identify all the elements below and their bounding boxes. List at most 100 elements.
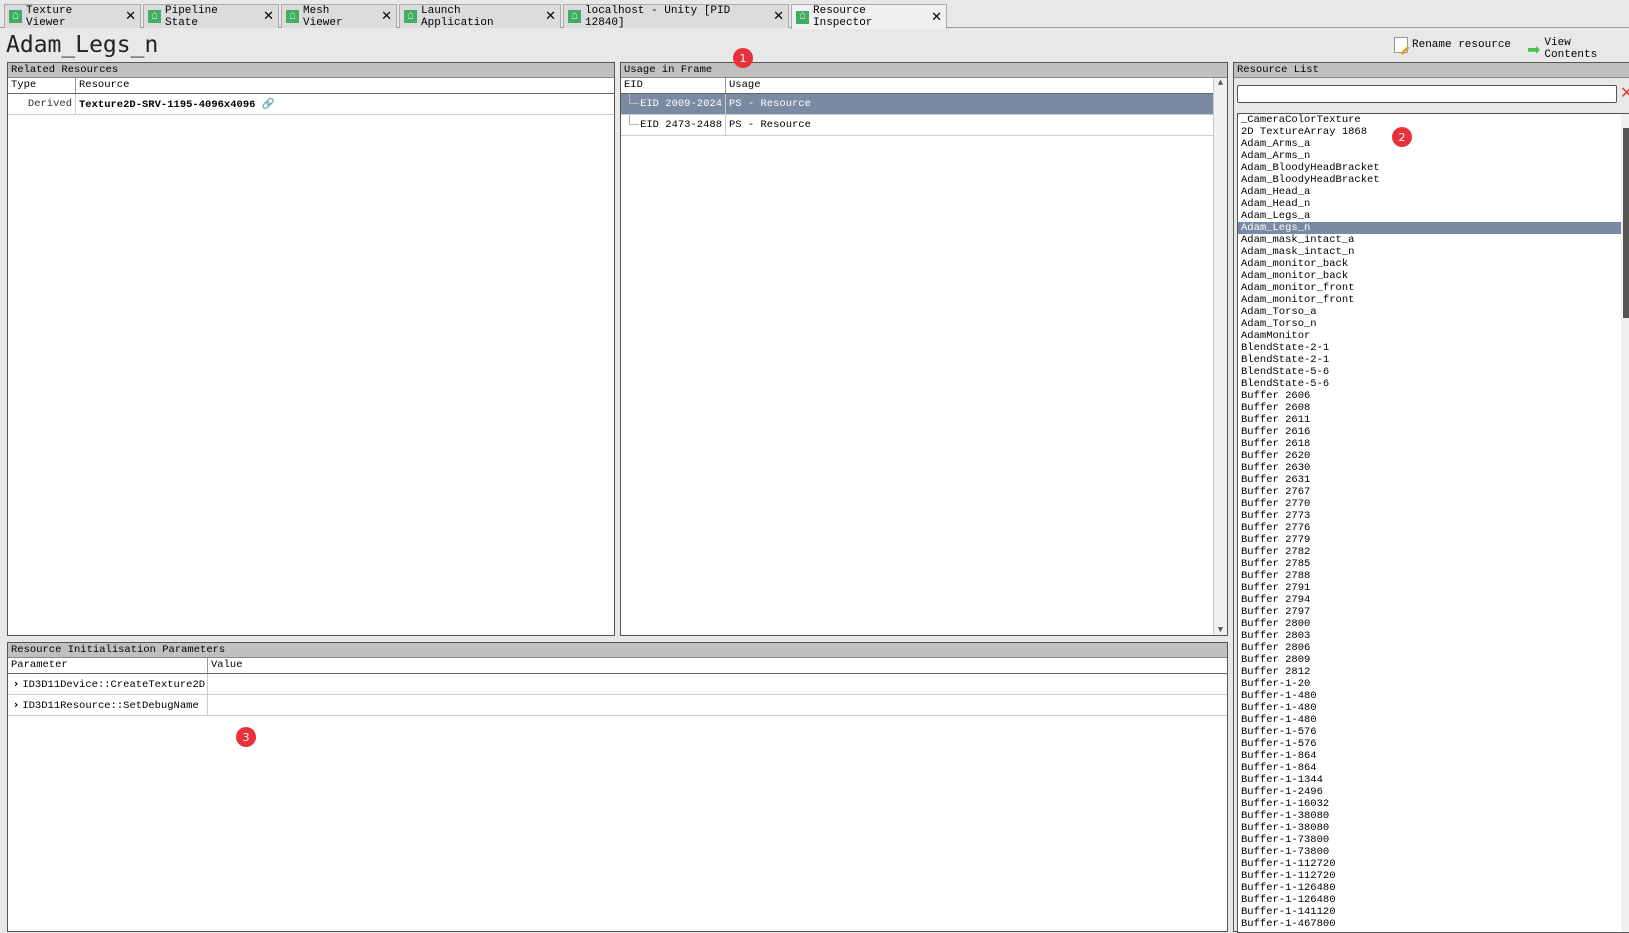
- link-icon[interactable]: 🔗: [262, 98, 275, 110]
- column-header-resource[interactable]: Resource: [76, 78, 614, 93]
- scroll-down-icon[interactable]: ▼: [1214, 625, 1227, 635]
- list-item[interactable]: Buffer-1-16032: [1238, 798, 1621, 810]
- column-header-usage[interactable]: Usage: [726, 78, 1213, 93]
- list-item[interactable]: Buffer-1-480: [1238, 690, 1621, 702]
- list-item[interactable]: Adam_Torso_a: [1238, 306, 1621, 318]
- list-item[interactable]: Buffer-1-38080: [1238, 822, 1621, 834]
- list-item[interactable]: Buffer-1-480: [1238, 714, 1621, 726]
- list-item[interactable]: Buffer 2800: [1238, 618, 1621, 630]
- tab-resource-inspector[interactable]: ☖ Resource Inspector ✕: [791, 4, 947, 29]
- list-item[interactable]: Adam_BloodyHeadBracket: [1238, 174, 1621, 186]
- close-icon[interactable]: ✕: [263, 9, 274, 24]
- list-item[interactable]: Buffer 2788: [1238, 570, 1621, 582]
- table-row[interactable]: › ID3D11Device::CreateTexture2D: [8, 674, 1227, 695]
- list-item[interactable]: Buffer 2806: [1238, 642, 1621, 654]
- list-item[interactable]: Buffer-1-112720: [1238, 870, 1621, 882]
- list-item[interactable]: Buffer 2608: [1238, 402, 1621, 414]
- list-item[interactable]: Adam_mask_intact_a: [1238, 234, 1621, 246]
- list-item[interactable]: Adam_Head_n: [1238, 198, 1621, 210]
- resource-search-input[interactable]: [1237, 85, 1617, 103]
- list-item[interactable]: Buffer-1-38080: [1238, 810, 1621, 822]
- table-row[interactable]: EID 2009-2024 PS - Resource: [621, 94, 1213, 115]
- close-icon[interactable]: ✕: [773, 9, 784, 24]
- list-item[interactable]: Buffer-1-112720: [1238, 858, 1621, 870]
- scrollbar-thumb[interactable]: [1623, 128, 1629, 318]
- tab-pipeline-state[interactable]: ☖ Pipeline State ✕: [143, 4, 279, 29]
- tab-localhost-unity-pid-12840-[interactable]: ☖ localhost - Unity [PID 12840] ✕: [563, 4, 789, 29]
- column-header-type[interactable]: Type: [8, 78, 76, 93]
- list-item[interactable]: 2D TextureArray 1868: [1238, 126, 1621, 138]
- list-item[interactable]: Buffer-1-126480: [1238, 894, 1621, 906]
- chevron-right-icon[interactable]: ›: [14, 678, 18, 690]
- list-item[interactable]: Buffer-1-73800: [1238, 846, 1621, 858]
- tab-mesh-viewer[interactable]: ☖ Mesh Viewer ✕: [281, 4, 397, 29]
- list-item[interactable]: Buffer 2616: [1238, 426, 1621, 438]
- list-item[interactable]: Adam_Arms_n: [1238, 150, 1621, 162]
- list-item[interactable]: Buffer-1-2496: [1238, 786, 1621, 798]
- list-item[interactable]: Buffer 2773: [1238, 510, 1621, 522]
- list-item[interactable]: AdamMonitor: [1238, 330, 1621, 342]
- list-item[interactable]: Buffer 2794: [1238, 594, 1621, 606]
- list-item[interactable]: Buffer 2767: [1238, 486, 1621, 498]
- list-item[interactable]: Adam_Arms_a: [1238, 138, 1621, 150]
- list-item[interactable]: BlendState-5-6: [1238, 378, 1621, 390]
- list-item[interactable]: Buffer 2809: [1238, 654, 1621, 666]
- list-item[interactable]: BlendState-5-6: [1238, 366, 1621, 378]
- list-item[interactable]: Adam_Legs_a: [1238, 210, 1621, 222]
- list-item[interactable]: Adam_monitor_back: [1238, 270, 1621, 282]
- column-header-parameter[interactable]: Parameter: [8, 658, 208, 673]
- list-item[interactable]: Buffer 2611: [1238, 414, 1621, 426]
- list-item[interactable]: Buffer 2797: [1238, 606, 1621, 618]
- list-item[interactable]: BlendState-2-1: [1238, 354, 1621, 366]
- list-item[interactable]: Buffer 2606: [1238, 390, 1621, 402]
- list-item[interactable]: Adam_Torso_n: [1238, 318, 1621, 330]
- close-icon[interactable]: ✕: [545, 9, 556, 24]
- close-icon[interactable]: ✕: [931, 10, 942, 25]
- table-row[interactable]: Derived Texture2D-SRV-1195-4096x4096 🔗: [8, 94, 614, 115]
- list-item[interactable]: Buffer-1-467800: [1238, 918, 1621, 930]
- list-item[interactable]: Buffer 2618: [1238, 438, 1621, 450]
- list-item[interactable]: Buffer 2630: [1238, 462, 1621, 474]
- list-item[interactable]: Buffer 2803: [1238, 630, 1621, 642]
- list-item[interactable]: Adam_Legs_n: [1238, 222, 1621, 234]
- list-item[interactable]: Buffer-1-141120: [1238, 906, 1621, 918]
- list-item[interactable]: Buffer-1-480: [1238, 702, 1621, 714]
- list-item[interactable]: Buffer-1-864: [1238, 750, 1621, 762]
- list-item[interactable]: Buffer 2770: [1238, 498, 1621, 510]
- list-item[interactable]: Adam_monitor_back: [1238, 258, 1621, 270]
- list-item[interactable]: Adam_BloodyHeadBracket: [1238, 162, 1621, 174]
- close-icon[interactable]: ✕: [381, 9, 392, 24]
- usage-scrollbar[interactable]: ▲ ▼: [1213, 78, 1227, 635]
- list-item[interactable]: BlendState-2-1: [1238, 342, 1621, 354]
- list-item[interactable]: Buffer-1-126480: [1238, 882, 1621, 894]
- column-header-value[interactable]: Value: [208, 658, 1227, 673]
- column-header-eid[interactable]: EID: [621, 78, 726, 93]
- list-item[interactable]: Buffer-1-864: [1238, 762, 1621, 774]
- rename-resource-button[interactable]: Rename resource: [1394, 37, 1511, 56]
- list-item[interactable]: Buffer 2620: [1238, 450, 1621, 462]
- table-row[interactable]: EID 2473-2488 PS - Resource: [621, 115, 1213, 136]
- tab-texture-viewer[interactable]: ☖ Texture Viewer ✕: [4, 4, 141, 29]
- list-item[interactable]: Buffer-1-576: [1238, 738, 1621, 750]
- resource-list-scrollbar[interactable]: [1621, 114, 1629, 932]
- list-item[interactable]: Buffer 2631: [1238, 474, 1621, 486]
- chevron-right-icon[interactable]: ›: [14, 699, 18, 711]
- close-icon[interactable]: ✕: [125, 9, 136, 24]
- list-item[interactable]: Buffer-1-1344: [1238, 774, 1621, 786]
- list-item[interactable]: Adam_monitor_front: [1238, 282, 1621, 294]
- list-item[interactable]: Adam_mask_intact_n: [1238, 246, 1621, 258]
- list-item[interactable]: Buffer 2782: [1238, 546, 1621, 558]
- list-item[interactable]: Buffer 2785: [1238, 558, 1621, 570]
- list-item[interactable]: Buffer-1-576: [1238, 726, 1621, 738]
- view-contents-button[interactable]: ➡ View Contents: [1527, 37, 1629, 61]
- list-item[interactable]: Adam_Head_a: [1238, 186, 1621, 198]
- scroll-up-icon[interactable]: ▲: [1214, 78, 1227, 88]
- list-item[interactable]: Buffer 2812: [1238, 666, 1621, 678]
- list-item[interactable]: Buffer-1-20: [1238, 678, 1621, 690]
- tab-launch-application[interactable]: ☖ Launch Application ✕: [399, 4, 561, 29]
- list-item[interactable]: Buffer 2776: [1238, 522, 1621, 534]
- list-item[interactable]: Buffer-1-73800: [1238, 834, 1621, 846]
- list-item[interactable]: Buffer 2791: [1238, 582, 1621, 594]
- list-item[interactable]: Buffer 2779: [1238, 534, 1621, 546]
- list-item[interactable]: _CameraColorTexture: [1238, 114, 1621, 126]
